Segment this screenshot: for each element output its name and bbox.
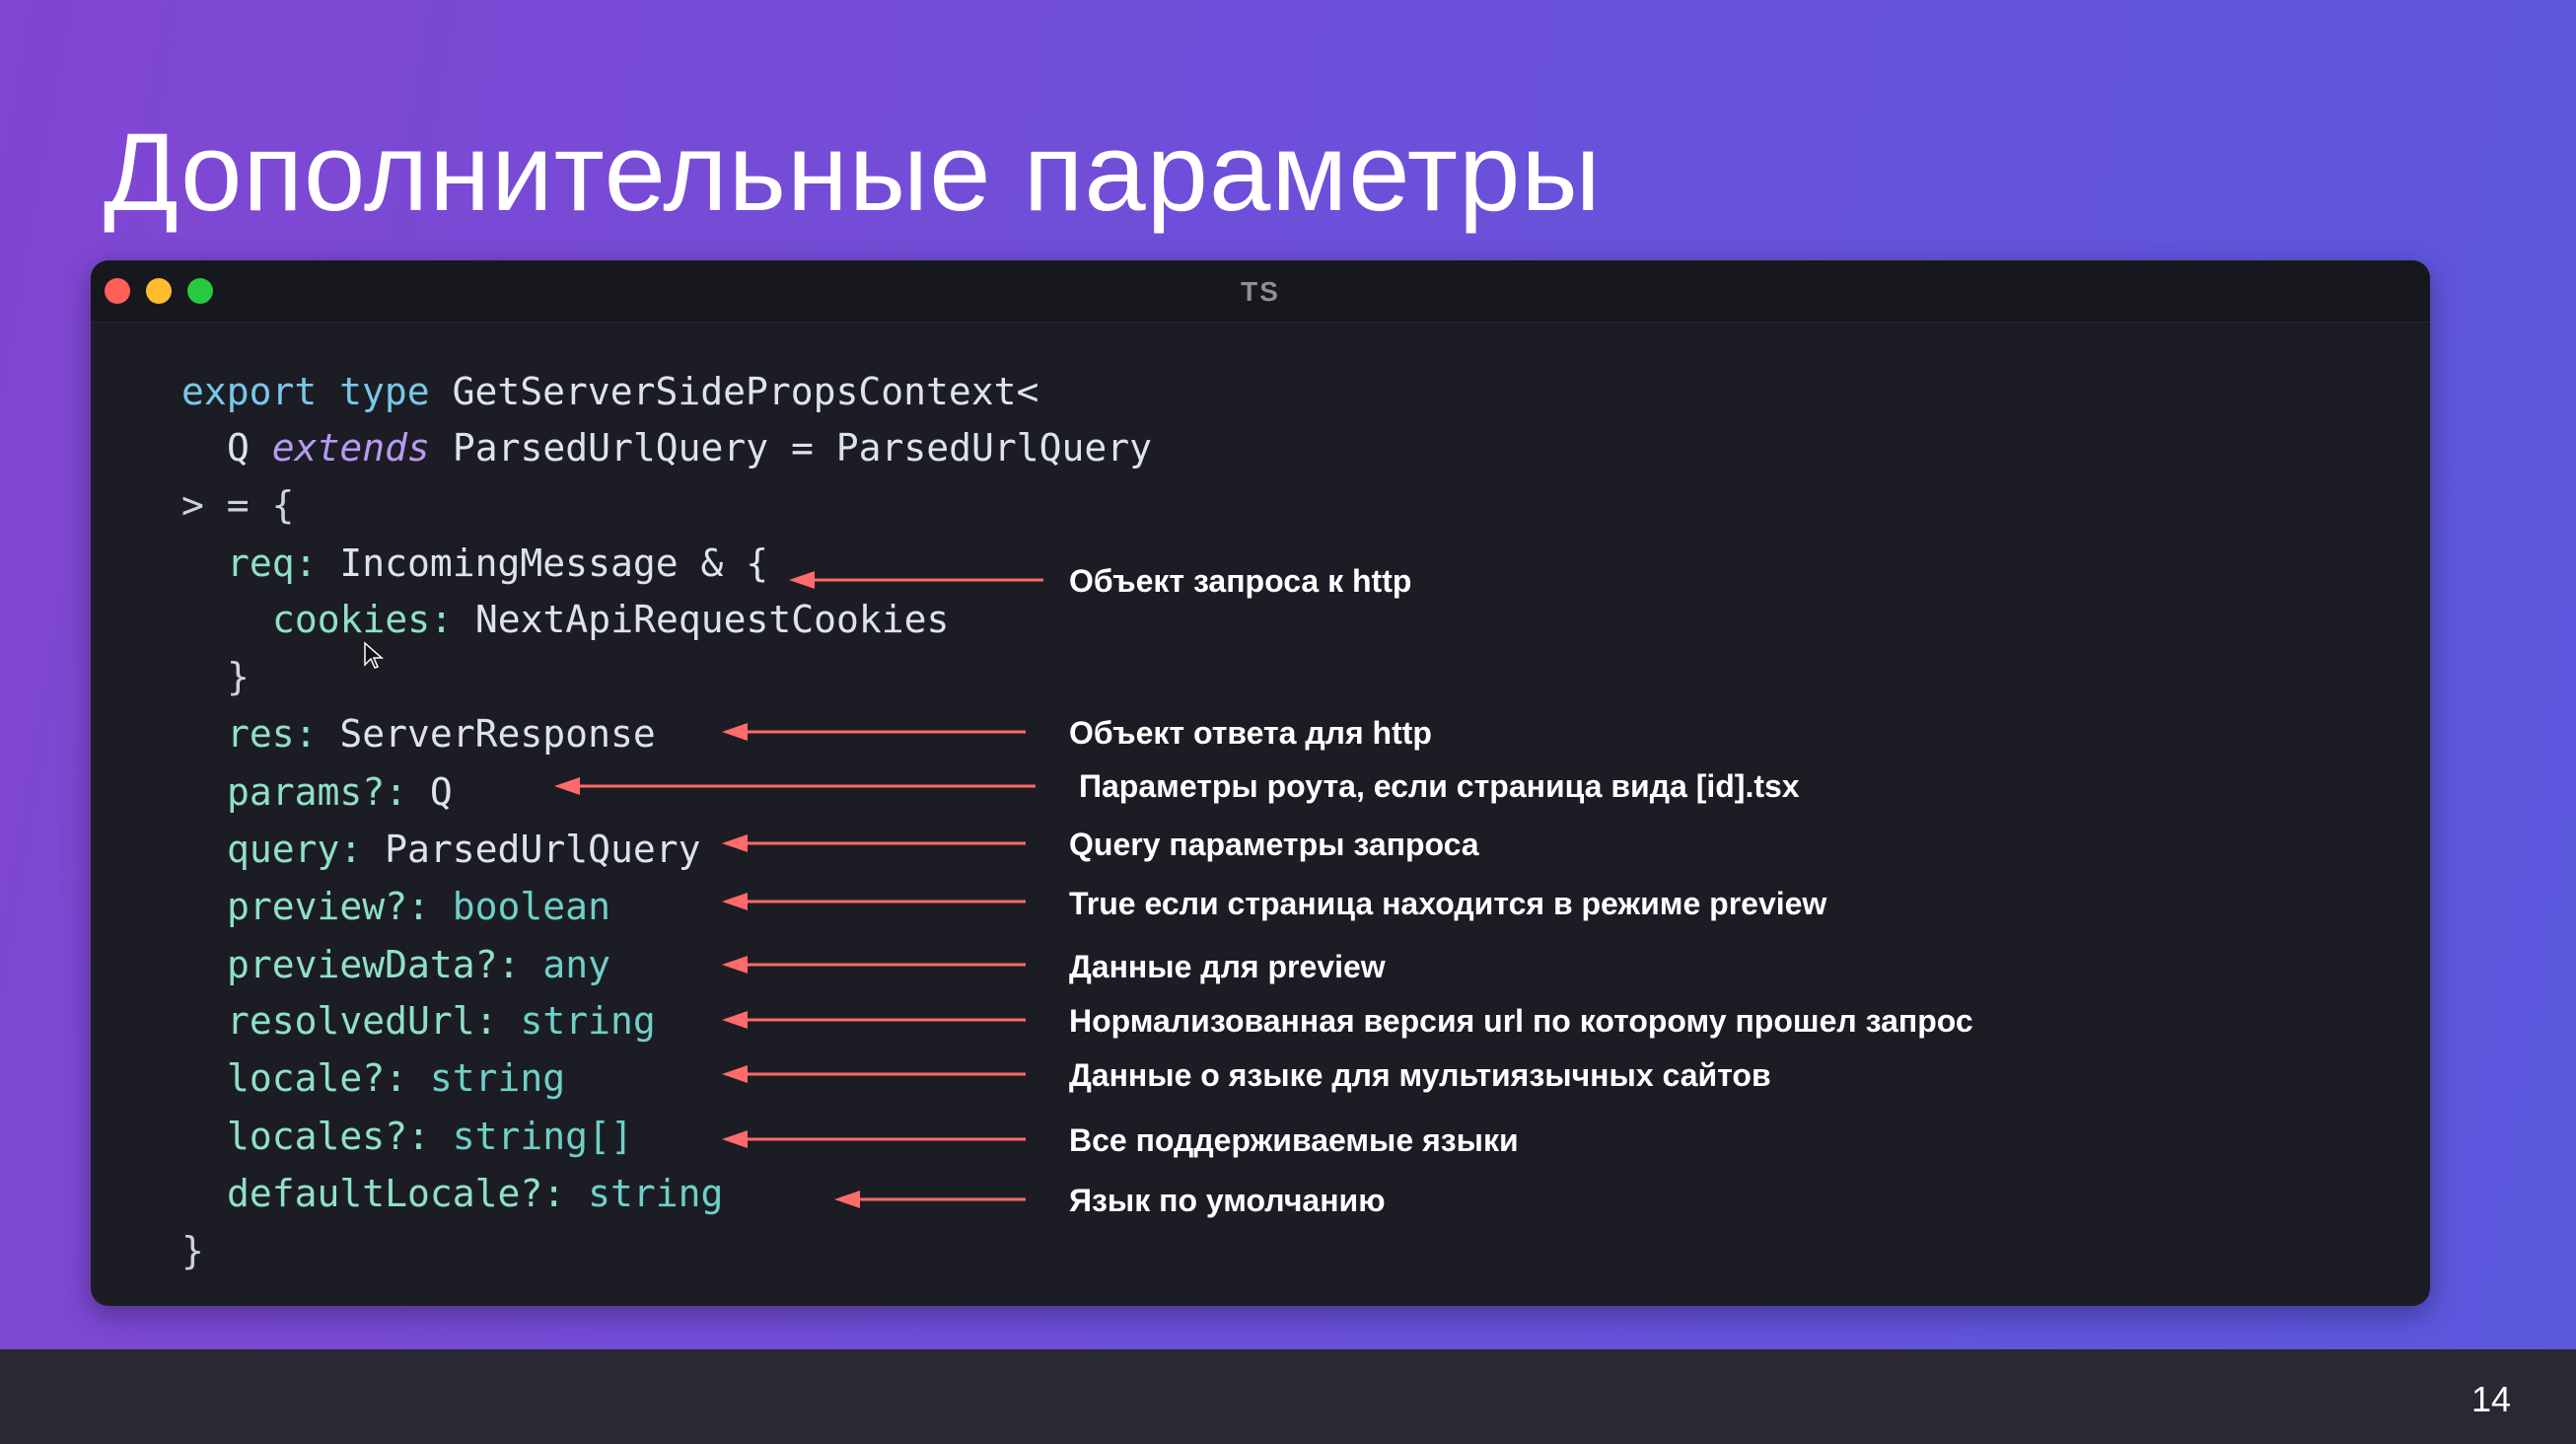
- type-locale: string: [429, 1056, 566, 1100]
- arrow-left-icon: [554, 777, 1036, 795]
- code-line-res: res: ServerResponse: [227, 715, 656, 753]
- code-line-resolvedurl: resolvedUrl: string: [227, 1002, 656, 1040]
- annotation-locales: Все поддерживаемые языки: [1069, 1122, 1519, 1158]
- arrow-left-icon: [722, 1065, 1026, 1083]
- language-label: TS: [1241, 276, 1280, 307]
- arrow-left-icon: [722, 956, 1026, 974]
- code-line-params: params?: Q: [227, 773, 453, 811]
- code-line-previewdata: previewData?: any: [227, 946, 610, 983]
- prop-previewdata: previewData?:: [227, 943, 521, 986]
- arrow-left-icon: [722, 834, 1026, 852]
- type-query: ParsedUrlQuery: [385, 828, 701, 871]
- mouse-cursor-icon: [364, 641, 384, 669]
- code-line-defaultlocale: defaultLocale?: string: [227, 1175, 723, 1212]
- annotation-resolvedurl: Нормализованная версия url по которому п…: [1069, 1003, 1973, 1039]
- slide: Дополнительные параметры TS export type …: [0, 0, 2576, 1349]
- prop-cookies: cookies:: [272, 598, 454, 641]
- prop-locales: locales?:: [227, 1115, 430, 1158]
- annotation-previewdata: Данные для preview: [1069, 949, 1386, 984]
- code-line-6: }: [227, 658, 250, 695]
- arrow-left-icon: [722, 723, 1026, 741]
- arrow-left-icon: [722, 1011, 1026, 1029]
- code-line-2: Q extends ParsedUrlQuery = ParsedUrlQuer…: [227, 429, 1152, 467]
- type-default: ParsedUrlQuery = ParsedUrlQuery: [452, 426, 1153, 469]
- annotation-req: Объект запроса к http: [1069, 563, 1412, 599]
- type-req: IncomingMessage & {: [339, 542, 769, 585]
- keyword-export: export: [181, 370, 318, 413]
- annotation-preview: True если страница находится в режиме pr…: [1069, 886, 1827, 921]
- type-params: Q: [429, 770, 453, 814]
- keyword-type: type: [339, 370, 430, 413]
- type-locales: string[]: [452, 1115, 633, 1158]
- prop-params: params?:: [227, 770, 408, 814]
- prop-res: res:: [227, 712, 318, 756]
- annotation-defaultlocale: Язык по умолчанию: [1069, 1183, 1386, 1218]
- type-preview: boolean: [452, 885, 610, 928]
- code-punct: }: [227, 655, 250, 698]
- slide-title: Дополнительные параметры: [104, 110, 1602, 234]
- type-param: Q: [227, 426, 250, 469]
- type-cookies: NextApiRequestCookies: [474, 598, 950, 641]
- arrow-left-icon: [722, 893, 1026, 910]
- code-line-query: query: ParsedUrlQuery: [227, 830, 700, 868]
- prop-resolvedurl: resolvedUrl:: [227, 999, 498, 1043]
- code-line-cookies: cookies: NextApiRequestCookies: [272, 601, 949, 638]
- type-defaultlocale: string: [588, 1172, 724, 1215]
- prop-defaultlocale: defaultLocale?:: [227, 1172, 566, 1215]
- page-number: 14: [2470, 1379, 2511, 1419]
- code-line-req: req: IncomingMessage & {: [227, 544, 768, 582]
- code-punct: > = {: [181, 483, 295, 527]
- code-line-preview: preview?: boolean: [227, 888, 610, 925]
- prop-locale: locale?:: [227, 1056, 408, 1100]
- arrow-left-icon: [834, 1191, 1026, 1208]
- type-name: GetServerSidePropsContext<: [452, 370, 1039, 413]
- code-punct: }: [181, 1229, 204, 1272]
- type-res: ServerResponse: [339, 712, 656, 756]
- annotation-params: Параметры роута, если страница вида [id]…: [1079, 768, 1800, 804]
- arrow-left-icon: [722, 1130, 1026, 1148]
- annotation-locale: Данные о языке для мультиязычных сайтов: [1069, 1057, 1771, 1093]
- code-line-3: > = {: [181, 486, 294, 524]
- window-titlebar: TS: [91, 260, 2430, 323]
- code-line-16: }: [181, 1232, 204, 1269]
- code-line-locales: locales?: string[]: [227, 1118, 633, 1155]
- prop-query: query:: [227, 828, 363, 871]
- annotation-query: Query параметры запроса: [1069, 827, 1479, 862]
- keyword-extends: extends: [271, 426, 430, 469]
- arrow-left-icon: [789, 571, 1043, 589]
- code-line-locale: locale?: string: [227, 1059, 565, 1097]
- code-line-1: export type GetServerSidePropsContext<: [181, 373, 1038, 410]
- annotation-res: Объект ответа для http: [1069, 715, 1432, 751]
- type-previewdata: any: [542, 943, 610, 986]
- prop-preview: preview?:: [227, 885, 430, 928]
- type-resolvedurl: string: [520, 999, 656, 1043]
- prop-req: req:: [227, 542, 318, 585]
